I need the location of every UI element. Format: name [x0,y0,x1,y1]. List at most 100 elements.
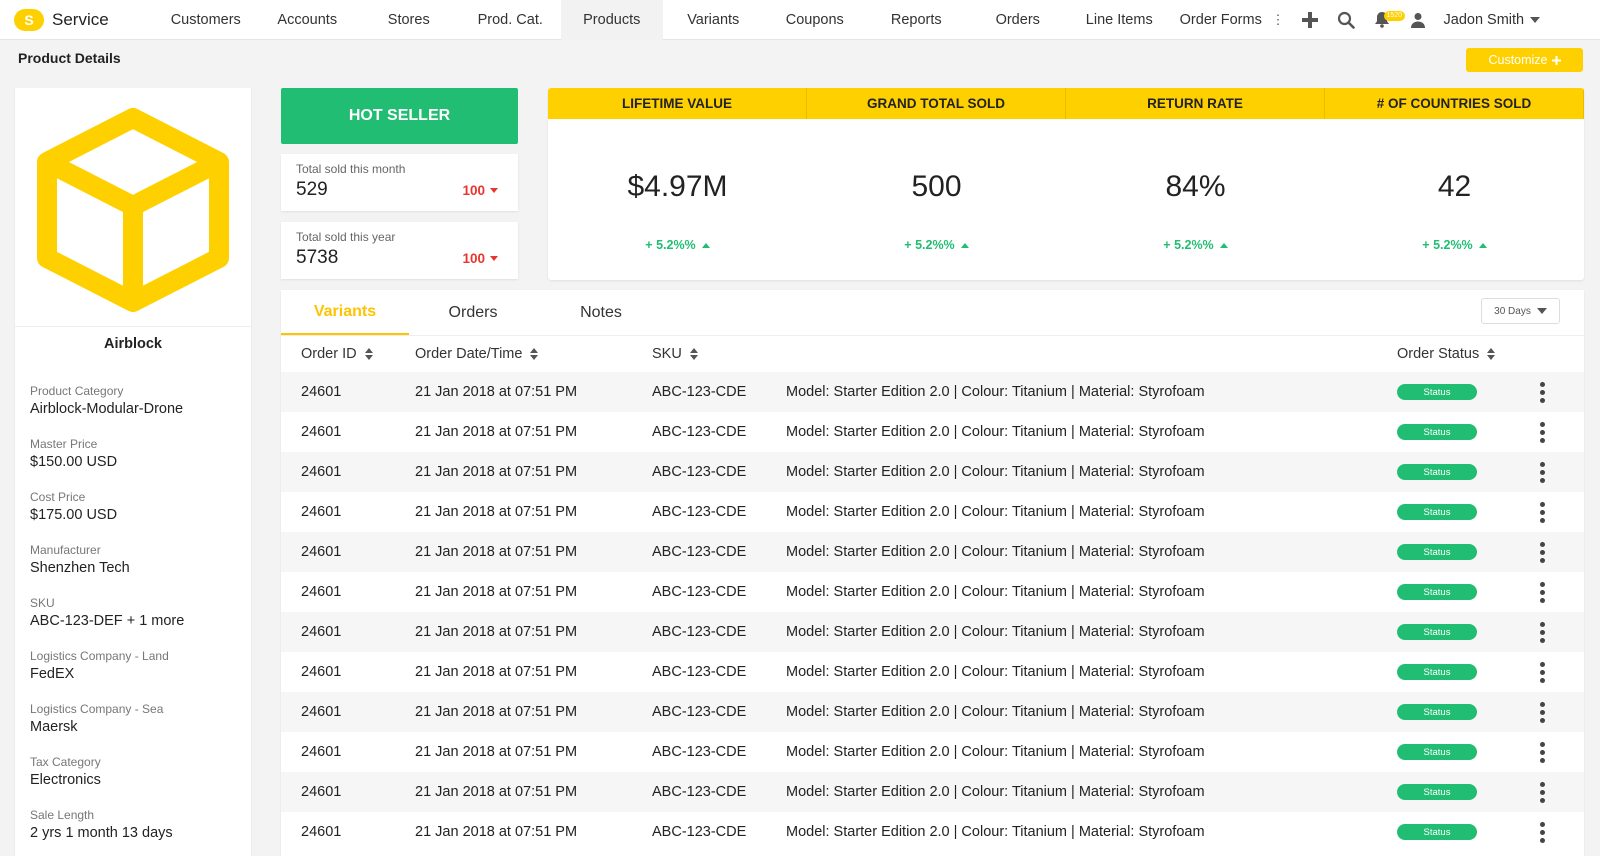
row-actions-cell [1536,772,1549,812]
nav-item-coupons[interactable]: Coupons [764,0,866,40]
status-badge[interactable]: Status [1397,584,1477,600]
column-header-order-id[interactable]: Order ID [301,336,373,372]
order-date-cell: 21 Jan 2018 at 07:51 PM [415,824,578,840]
more-vertical-icon[interactable] [1536,818,1549,847]
brand-logo: S [14,8,44,31]
hot-seller-button[interactable]: HOT SELLER [281,88,518,144]
range-select[interactable]: 30 Days [1481,298,1560,324]
attribute-value: $150.00 USD [30,454,118,470]
sold-year-card: Total sold this year 5738 100 [281,222,518,279]
tab-orders[interactable]: Orders [409,290,537,335]
more-vertical-icon[interactable] [1536,738,1549,767]
row-actions-cell [1536,692,1549,732]
more-vertical-icon[interactable] [1536,538,1549,567]
table-row[interactable]: 24601 21 Jan 2018 at 07:51 PM ABC-123-CDE M… [281,492,1584,532]
brand-logo-letter: S [24,11,34,28]
sort-icon [689,348,698,360]
table-row[interactable]: 24601 21 Jan 2018 at 07:51 PM ABC-123-CDE M… [281,812,1584,852]
attribute-value: FedEX [30,666,75,682]
status-badge[interactable]: Status [1397,784,1477,800]
attribute-value: Electronics [30,772,101,788]
more-vertical-icon[interactable] [1536,578,1549,607]
nav-item-order-forms[interactable]: Order Forms [1170,0,1272,40]
more-vertical-icon[interactable] [1536,618,1549,647]
variant-description-cell: Model: Starter Edition 2.0 | Colour: Tit… [786,504,1205,520]
status-badge[interactable]: Status [1397,424,1477,440]
status-badge[interactable]: Status [1397,664,1477,680]
column-header-sku[interactable]: SKU [652,336,698,372]
user-menu[interactable]: Jadon Smith [1444,12,1541,28]
table-row[interactable]: 24601 21 Jan 2018 at 07:51 PM ABC-123-CDE M… [281,772,1584,812]
more-vertical-icon[interactable] [1536,378,1549,407]
variant-description-cell: Model: Starter Edition 2.0 | Colour: Tit… [786,784,1205,800]
customize-button[interactable]: Customize [1466,48,1583,72]
status-badge[interactable]: Status [1397,544,1477,560]
column-label: SKU [652,346,682,362]
column-label: Order ID [301,346,357,362]
attribute-value: Airblock-Modular-Drone [30,401,184,417]
status-badge[interactable]: Status [1397,624,1477,640]
status-badge[interactable]: Status [1397,384,1477,400]
more-vertical-icon[interactable] [1536,698,1549,727]
brand-name: Service [52,9,109,29]
table-row[interactable]: 24601 21 Jan 2018 at 07:51 PM ABC-123-CDE M… [281,452,1584,492]
plus-icon[interactable] [1292,0,1328,40]
variant-description-cell: Model: Starter Edition 2.0 | Colour: Tit… [786,704,1205,720]
product-attribute: Cost Price $175.00 USD [30,490,240,543]
tab-variants[interactable]: Variants [281,290,409,335]
status-badge[interactable]: Status [1397,744,1477,760]
tab-notes[interactable]: Notes [537,290,665,335]
table-row[interactable]: 24601 21 Jan 2018 at 07:51 PM ABC-123-CDE M… [281,612,1584,652]
product-card: Airblock Product Category Airblock-Modula… [15,88,251,856]
nav-item-orders[interactable]: Orders [967,0,1069,40]
nav-item-reports[interactable]: Reports [866,0,968,40]
product-attribute: Logistics Company - Land FedEX [30,649,240,702]
table-row[interactable]: 24601 21 Jan 2018 at 07:51 PM ABC-123-CDE M… [281,692,1584,732]
column-header-order-date[interactable]: Order Date/Time [415,336,539,372]
stat-card: RETURN RATE 84% + 5.2%% [1066,88,1325,280]
more-vertical-icon[interactable] [1536,498,1549,527]
status-cell: Status [1397,692,1477,732]
variant-description-cell: Model: Starter Edition 2.0 | Colour: Tit… [786,584,1205,600]
nav-item-accounts[interactable]: Accounts [257,0,359,40]
more-vertical-icon[interactable] [1536,778,1549,807]
order-date-cell: 21 Jan 2018 at 07:51 PM [415,384,578,400]
bell-icon[interactable]: 1520 [1364,0,1406,40]
nav-item-customers[interactable]: Customers [155,0,257,40]
status-cell: Status [1397,492,1477,532]
sku-cell: ABC-123-CDE [652,744,747,760]
arrow-up-icon [1219,242,1228,248]
status-badge[interactable]: Status [1397,704,1477,720]
more-vertical-icon[interactable] [1536,658,1549,687]
nav-tools: 1520 Jadon Smith [1292,0,1541,40]
table-row[interactable]: 24601 21 Jan 2018 at 07:51 PM ABC-123-CDE M… [281,372,1584,412]
nav-item-stores[interactable]: Stores [358,0,460,40]
nav-item-variants[interactable]: Variants [663,0,765,40]
status-badge[interactable]: Status [1397,504,1477,520]
more-vertical-icon[interactable] [1536,418,1549,447]
order-date-cell: 21 Jan 2018 at 07:51 PM [415,424,578,440]
order-date-cell: 21 Jan 2018 at 07:51 PM [415,584,578,600]
user-icon[interactable] [1400,0,1436,40]
status-badge[interactable]: Status [1397,464,1477,480]
product-attribute: Tax Category Electronics [30,755,240,808]
brand[interactable]: S Service [0,0,155,40]
nav-item-products[interactable]: Products [561,0,663,40]
row-actions-cell [1536,492,1549,532]
column-header-order-status[interactable]: Order Status [1397,336,1496,372]
status-badge[interactable]: Status [1397,824,1477,840]
nav-more-icon[interactable]: ⋮ [1272,12,1285,28]
table-row[interactable]: 24601 21 Jan 2018 at 07:51 PM ABC-123-CDE M… [281,532,1584,572]
arrow-up-icon [1478,242,1487,248]
table-row[interactable]: 24601 21 Jan 2018 at 07:51 PM ABC-123-CDE M… [281,732,1584,772]
table-row[interactable]: 24601 21 Jan 2018 at 07:51 PM ABC-123-CDE M… [281,652,1584,692]
table-row[interactable]: 24601 21 Jan 2018 at 07:51 PM ABC-123-CDE M… [281,412,1584,452]
row-actions-cell [1536,612,1549,652]
nav-item-line-items[interactable]: Line Items [1069,0,1171,40]
table-row[interactable]: 24601 21 Jan 2018 at 07:51 PM ABC-123-CDE M… [281,572,1584,612]
nav-item-prod-cat[interactable]: Prod. Cat. [460,0,562,40]
variant-description-cell: Model: Starter Edition 2.0 | Colour: Tit… [786,624,1205,640]
stats-panel: LIFETIME VALUE $4.97M + 5.2%% GRAND TOTAL S… [548,88,1584,280]
more-vertical-icon[interactable] [1536,458,1549,487]
search-icon[interactable] [1328,0,1364,40]
